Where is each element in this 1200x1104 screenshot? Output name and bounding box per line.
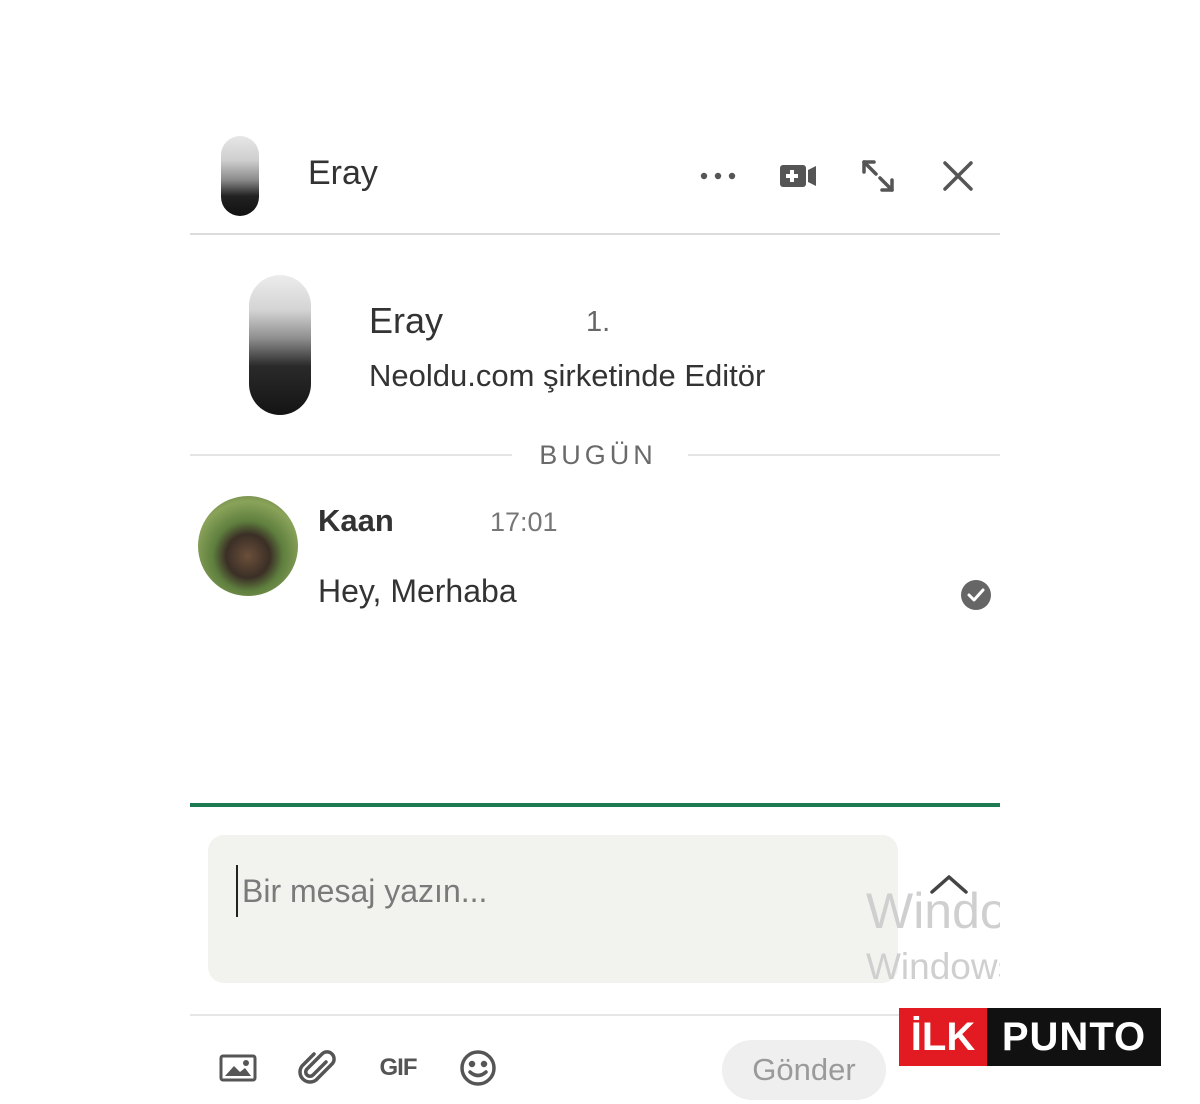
- day-divider-label: BUGÜN: [539, 440, 657, 470]
- read-check-icon: [961, 580, 991, 610]
- close-icon[interactable]: [936, 152, 980, 200]
- sender-avatar[interactable]: [198, 496, 298, 596]
- gif-label: GIF: [379, 1054, 418, 1081]
- os-watermark-line2: Windows: [866, 946, 1000, 987]
- brand-logo: İLK PUNTO: [899, 1008, 1161, 1066]
- send-button[interactable]: Gönder: [722, 1040, 886, 1100]
- image-icon[interactable]: [216, 1046, 260, 1090]
- brand-logo-part2: PUNTO: [1001, 1014, 1147, 1059]
- connection-degree: 1.: [586, 306, 611, 338]
- toolbar-divider: [190, 1014, 1000, 1016]
- day-divider-line-right: [688, 454, 1000, 456]
- expand-icon[interactable]: [856, 152, 900, 200]
- profile-name[interactable]: Eray: [369, 300, 443, 342]
- message-sender[interactable]: Kaan: [318, 503, 394, 539]
- message-composer[interactable]: [208, 835, 898, 983]
- composer-focus-line: [190, 803, 1000, 807]
- more-icon[interactable]: [696, 152, 740, 200]
- emoji-icon[interactable]: [456, 1046, 500, 1090]
- contact-name[interactable]: Eray: [308, 154, 378, 193]
- os-watermark-line1: Windows: [866, 883, 1000, 939]
- profile-avatar[interactable]: [249, 275, 311, 415]
- day-divider-line-left: [190, 454, 512, 456]
- message-time: 17:01: [490, 507, 558, 537]
- message-input[interactable]: [236, 865, 844, 917]
- message-text: Hey, Merhaba: [318, 573, 517, 609]
- gif-icon[interactable]: GIF: [376, 1046, 420, 1090]
- profile-headline: Neoldu.com şirketinde Editör: [369, 358, 766, 393]
- brand-logo-part1: İLK: [899, 1008, 987, 1066]
- header-divider: [190, 233, 1000, 235]
- attachment-icon[interactable]: [296, 1046, 340, 1090]
- video-call-icon[interactable]: [776, 152, 820, 200]
- contact-avatar[interactable]: [221, 136, 259, 216]
